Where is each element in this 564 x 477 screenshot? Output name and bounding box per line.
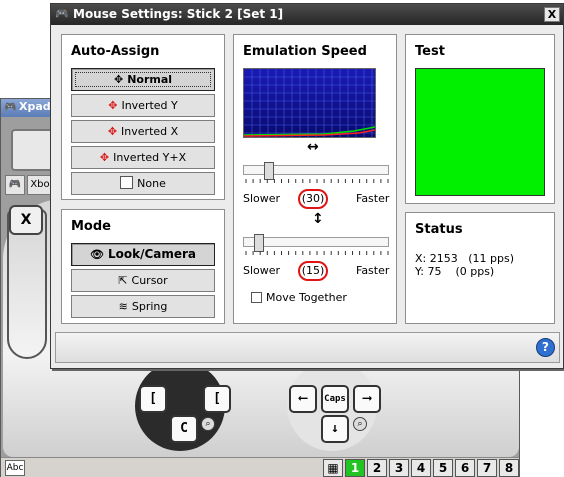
- horizontal-slider-ticks: [245, 179, 389, 183]
- set-button-6[interactable]: 6: [455, 459, 475, 477]
- set-button-5[interactable]: 5: [433, 459, 453, 477]
- abc-icon[interactable]: Abc: [5, 460, 25, 476]
- vertical-slower-label: Slower: [243, 264, 281, 277]
- gamepad-icon: 🎮: [4, 102, 17, 113]
- right-right-key[interactable]: ⟶: [353, 385, 381, 413]
- vertical-speed-slider[interactable]: [243, 234, 389, 252]
- look-camera-button[interactable]: 👁 Look/Camera: [71, 243, 215, 266]
- set-button-3[interactable]: 3: [389, 459, 409, 477]
- vertical-slider-thumb[interactable]: [254, 234, 264, 252]
- emulation-speed-panel: Emulation Speed ↔ Slower (30) Faster ↕ S…: [233, 34, 397, 324]
- right-left-key[interactable]: ⟵: [289, 385, 317, 413]
- status-x-readout: X: 2153 (11 pps): [415, 252, 514, 265]
- controller-tab-icon[interactable]: 🎮: [5, 175, 25, 195]
- spring-button[interactable]: ≋ Spring: [71, 295, 215, 318]
- red-cross-xy-icon: ✥: [99, 151, 110, 164]
- test-heading: Test: [415, 44, 445, 59]
- horizontal-faster-label: Faster: [356, 192, 390, 205]
- inverted-y-button[interactable]: ✥ Inverted Y: [71, 94, 215, 117]
- xpadder-title: Xpad: [19, 100, 51, 113]
- magnifier-icon[interactable]: ⌕: [201, 417, 215, 431]
- move-together-option[interactable]: Move Together: [251, 291, 347, 304]
- gamepad-icon: 🎮: [55, 7, 69, 20]
- dpad-right-key[interactable]: [: [203, 385, 231, 413]
- sets-grid-icon[interactable]: ▦: [323, 459, 343, 477]
- mouse-settings-dialog: 🎮 Mouse Settings: Stick 2 [Set 1] X Auto…: [50, 3, 564, 369]
- status-heading: Status: [415, 222, 463, 237]
- spring-icon: ≋: [118, 300, 128, 313]
- emulation-speed-heading: Emulation Speed: [243, 44, 367, 59]
- speed-curve-graph: [243, 68, 376, 138]
- normal-button[interactable]: ✥ Normal: [71, 68, 215, 91]
- set-button-8[interactable]: 8: [499, 459, 519, 477]
- controller-thumbnail[interactable]: [11, 129, 53, 171]
- mode-panel: Mode 👁 Look/Camera ⇱ Cursor ≋ Spring: [61, 209, 225, 324]
- status-y-readout: Y: 75 (0 pps): [415, 265, 495, 278]
- dialog-titlebar[interactable]: 🎮 Mouse Settings: Stick 2 [Set 1] X: [51, 4, 563, 25]
- close-button[interactable]: X: [544, 7, 560, 22]
- none-button[interactable]: None: [71, 172, 215, 195]
- test-area[interactable]: [415, 68, 545, 196]
- vertical-slider-ticks: [245, 251, 389, 255]
- set-button-1[interactable]: 1: [345, 459, 365, 477]
- x-button-key[interactable]: X: [9, 205, 43, 235]
- horizontal-slider-thumb[interactable]: [264, 162, 274, 180]
- set-button-7[interactable]: 7: [477, 459, 497, 477]
- right-down-key[interactable]: ↓: [321, 415, 349, 443]
- dialog-title: Mouse Settings: Stick 2 [Set 1]: [73, 7, 284, 21]
- magnifier-icon[interactable]: ⌕: [353, 417, 367, 431]
- vertical-faster-label: Faster: [356, 264, 390, 277]
- set-button-2[interactable]: 2: [367, 459, 387, 477]
- horizontal-arrow-icon: ↔: [307, 139, 319, 155]
- auto-assign-heading: Auto-Assign: [71, 44, 160, 59]
- status-panel: Status X: 2153 (11 pps) Y: 75 (0 pps): [405, 212, 555, 324]
- auto-assign-panel: Auto-Assign ✥ Normal ✥ Inverted Y ✥ Inverte…: [61, 34, 225, 200]
- red-cross-x-icon: ✥: [107, 125, 118, 138]
- vertical-speed-value: (15): [298, 261, 328, 281]
- set-button-4[interactable]: 4: [411, 459, 431, 477]
- inverted-x-button[interactable]: ✥ Inverted X: [71, 120, 215, 143]
- test-panel: Test: [405, 34, 555, 204]
- horizontal-speed-slider[interactable]: [243, 162, 389, 180]
- dpad-left-key[interactable]: [: [139, 385, 167, 413]
- xpadder-statusbar: Abc ▦ 1 2 3 4 5 6 7 8: [1, 457, 519, 477]
- caps-key[interactable]: Caps: [321, 385, 349, 413]
- cursor-icon: ⇱: [118, 274, 128, 287]
- move-together-checkbox[interactable]: [251, 292, 262, 303]
- eye-icon: 👁: [89, 248, 104, 261]
- dialog-footer: ?: [55, 332, 560, 363]
- horizontal-speed-value: (30): [298, 189, 328, 209]
- checkbox-icon: [120, 176, 134, 189]
- help-button[interactable]: ?: [536, 338, 555, 357]
- horizontal-slower-label: Slower: [243, 192, 281, 205]
- cursor-button[interactable]: ⇱ Cursor: [71, 269, 215, 292]
- inverted-yx-button[interactable]: ✥ Inverted Y+X: [71, 146, 215, 169]
- vertical-arrow-icon: ↕: [312, 211, 324, 227]
- mode-heading: Mode: [71, 219, 111, 234]
- red-cross-y-icon: ✥: [108, 99, 118, 112]
- xpadder-tabs: 🎮 Xbo: [5, 175, 53, 195]
- dpad-down-key[interactable]: C: [170, 415, 198, 443]
